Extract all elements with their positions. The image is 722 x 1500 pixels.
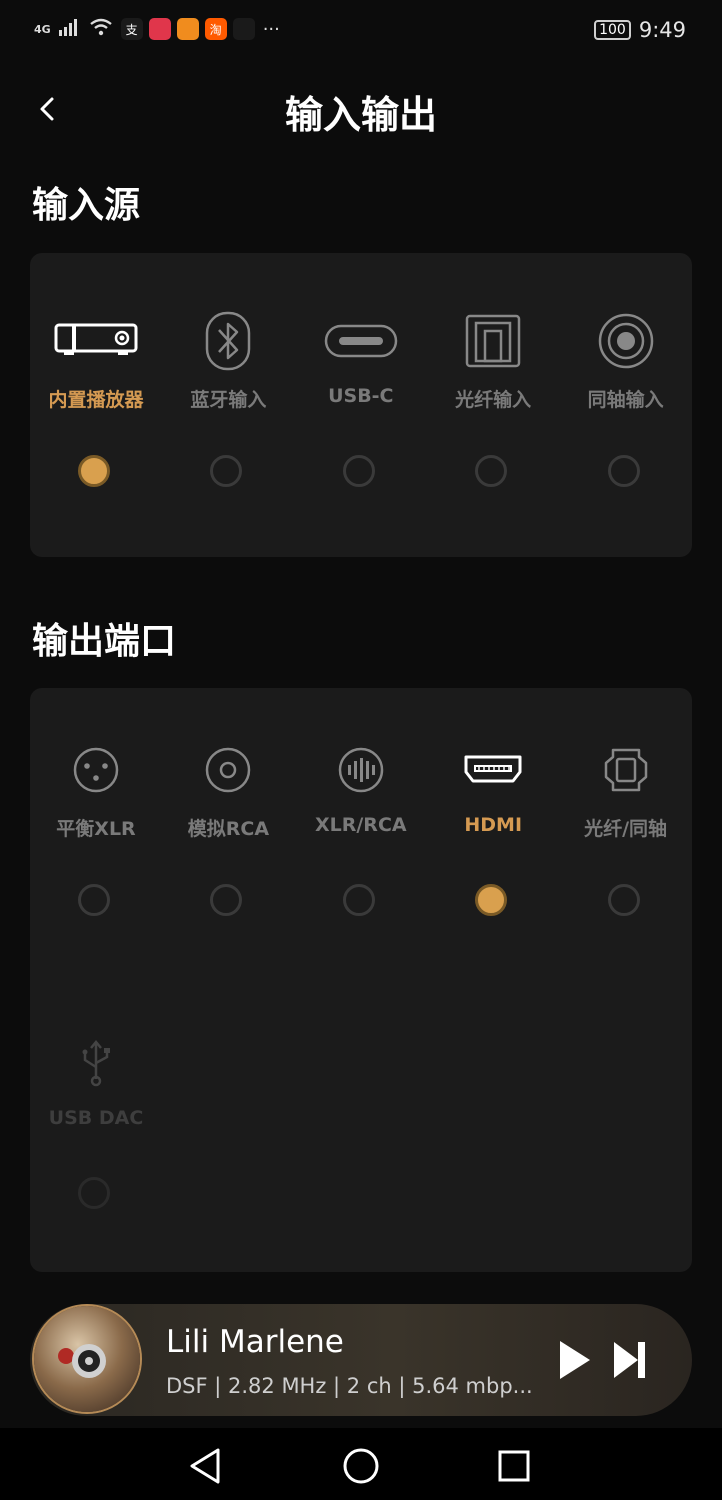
nav-back-button[interactable] <box>184 1444 228 1488</box>
output-option-optical-coaxial[interactable]: 光纤/同轴 <box>560 738 692 958</box>
battery-level: 100 <box>599 22 626 38</box>
option-label: HDMI <box>464 814 523 836</box>
input-option-bluetooth[interactable]: 蓝牙输入 <box>162 309 294 529</box>
option-label: 模拟RCA <box>187 818 270 840</box>
output-option-hdmi[interactable]: HDMI <box>427 738 559 958</box>
skip-next-icon <box>614 1342 645 1378</box>
output-card: 平衡XLR 模拟RCA XLR/RCA HDMI 光纤/同轴 USB DAC <box>30 688 692 1272</box>
xlr-rca-icon <box>295 738 427 802</box>
output-option-xlr[interactable]: 平衡XLR <box>30 738 162 958</box>
nav-home-button[interactable] <box>339 1444 383 1488</box>
more-icon: ··· <box>262 18 280 40</box>
alipay-icon: 支 <box>120 18 143 40</box>
circle-home-icon <box>343 1448 379 1484</box>
option-label: 光纤输入 <box>455 389 532 411</box>
option-label: USB DAC <box>48 1107 144 1129</box>
xlr-icon <box>30 738 162 802</box>
radio-button[interactable] <box>210 884 243 916</box>
radio-button[interactable] <box>210 455 243 487</box>
input-card: 内置播放器 蓝牙输入 USB-C 光纤输入 同轴输入 <box>30 253 692 557</box>
option-label: USB-C <box>328 385 394 407</box>
output-option-usb: USB DAC <box>30 1031 162 1251</box>
usb-icon <box>30 1031 162 1095</box>
output-section-title: 输出端口 <box>32 621 177 662</box>
app-icon-1 <box>148 18 171 40</box>
input-option-player[interactable]: 内置播放器 <box>30 309 162 529</box>
option-label: 光纤/同轴 <box>584 818 668 840</box>
input-option-optical[interactable]: 光纤输入 <box>427 309 559 529</box>
mini-player[interactable]: Lili Marlene DSF | 2.82 MHz | 2 ch | 5.6… <box>30 1304 692 1416</box>
radio-button[interactable] <box>78 884 110 916</box>
signal-icon <box>58 18 81 40</box>
radio-button[interactable] <box>607 884 640 916</box>
output-option-rca[interactable]: 模拟RCA <box>162 738 294 958</box>
play-icon <box>560 1341 590 1379</box>
player-icon <box>30 309 162 373</box>
option-label: 平衡XLR <box>56 818 136 840</box>
option-label: XLR/RCA <box>314 814 407 836</box>
usb-c-icon <box>295 309 427 373</box>
taobao-icon: 淘 <box>204 18 227 40</box>
status-right: 100 9:49 <box>594 18 686 42</box>
radio-button[interactable] <box>78 455 110 487</box>
radio-button[interactable] <box>475 884 508 916</box>
next-button[interactable] <box>610 1338 650 1382</box>
radio-button[interactable] <box>342 884 375 916</box>
rca-icon <box>162 738 294 802</box>
square-recents-icon <box>498 1450 530 1482</box>
wifi-icon <box>89 18 113 40</box>
album-art[interactable] <box>32 1304 142 1414</box>
optical-icon <box>427 309 559 373</box>
status-left: 4G 支淘 ··· <box>34 18 280 40</box>
nav-recents-button[interactable] <box>492 1444 536 1488</box>
system-nav-bar <box>0 1428 722 1500</box>
option-label: 内置播放器 <box>48 389 144 411</box>
network-label: 4G <box>34 22 51 36</box>
output-option-xlr-rca[interactable]: XLR/RCA <box>295 738 427 958</box>
hand-icon <box>232 18 255 40</box>
track-format: DSF | 2.82 MHz | 2 ch | 5.64 mbp... <box>166 1374 533 1398</box>
input-option-usb-c[interactable]: USB-C <box>295 309 427 529</box>
clock: 9:49 <box>638 18 686 42</box>
hdmi-icon <box>427 738 559 802</box>
song-title: Lili Marlene <box>166 1324 344 1360</box>
page-title: 输入输出 <box>284 93 437 137</box>
input-section-title: 输入源 <box>32 185 141 226</box>
triangle-back-icon <box>190 1448 220 1484</box>
optical-coaxial-icon <box>560 738 692 802</box>
app-icon-2 <box>176 18 199 40</box>
radio-button[interactable] <box>607 455 640 487</box>
notification-icons: 支淘 <box>120 18 255 40</box>
input-option-coaxial[interactable]: 同轴输入 <box>560 309 692 529</box>
radio-button[interactable] <box>475 455 508 487</box>
option-label: 同轴输入 <box>587 389 664 411</box>
radio-button <box>78 1177 110 1209</box>
coaxial-icon <box>560 309 692 373</box>
status-bar: 4G 支淘 ··· 100 9:49 <box>0 0 722 64</box>
play-button[interactable] <box>554 1338 594 1382</box>
radio-button[interactable] <box>342 455 375 487</box>
bluetooth-icon <box>162 309 294 373</box>
battery-icon: 100 <box>594 20 631 40</box>
option-label: 蓝牙输入 <box>190 389 267 411</box>
